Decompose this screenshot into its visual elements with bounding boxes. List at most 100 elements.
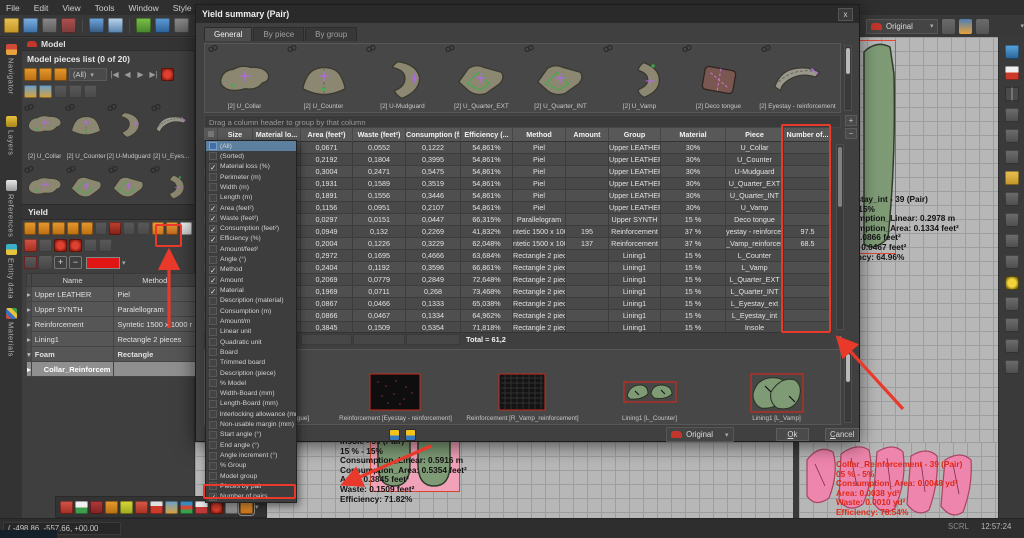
summary-table-row[interactable]: 0,06710,05520,122254,861%PielUpper LEATH…	[204, 142, 832, 154]
model-piece-thumb[interactable]: [2] U_Collar	[24, 100, 65, 162]
camera-icon[interactable]	[1005, 213, 1019, 227]
summary-piece-thumb[interactable]: [2] Eyestay - reinforcement	[758, 44, 837, 112]
add-view-icon[interactable]	[942, 19, 955, 34]
bottom-toolbar-overflow-icon[interactable]: ▾	[255, 503, 259, 511]
summary-table-row[interactable]: 0,02970,01510,044766,315%ParallelogramUp…	[204, 214, 832, 226]
summary-col-cons[interactable]: Consumption (f...	[406, 128, 461, 142]
rotate-yellow-icon[interactable]	[120, 501, 133, 514]
checkbox-icon[interactable]	[209, 462, 217, 470]
group-pieces-alt-icon[interactable]	[39, 85, 52, 98]
shoe-red-icon[interactable]	[60, 501, 73, 514]
model-piece-thumb[interactable]	[108, 162, 150, 204]
summary-col-amount[interactable]: Amount	[566, 128, 609, 142]
pieces-grid-icon[interactable]	[24, 68, 37, 81]
yield-mirror-icon[interactable]	[38, 222, 50, 235]
color-swatch[interactable]	[86, 257, 120, 269]
column-menu-item[interactable]: Length (m)	[206, 193, 296, 203]
undo-icon[interactable]	[155, 18, 170, 33]
checkbox-icon[interactable]: ✓	[209, 225, 217, 233]
model-piece-thumb[interactable]: [2] U-Mudguard	[107, 100, 151, 162]
checkbox-icon[interactable]	[209, 317, 217, 325]
column-menu-item[interactable]: Trimmed board	[206, 358, 296, 368]
column-menu-item[interactable]: Angle increment (°)	[206, 450, 296, 460]
edit-piece-icon[interactable]	[39, 68, 52, 81]
export-model-icon[interactable]	[61, 18, 76, 33]
checkbox-icon[interactable]	[209, 256, 217, 264]
remove-group-icon[interactable]	[39, 256, 52, 269]
calendar-red-icon[interactable]	[1005, 66, 1019, 80]
sidebar-tab-navigator[interactable]: Navigator	[0, 38, 22, 110]
checkbox-icon[interactable]	[209, 307, 217, 315]
sidebar-tab-references[interactable]: References	[0, 174, 22, 238]
arrow-dark-red-icon[interactable]	[90, 501, 103, 514]
nest-result-thumb[interactable]: Reinforcement [R_Vamp_reinforcement]	[459, 350, 586, 424]
image-color-icon[interactable]	[165, 501, 178, 514]
pin-red-icon[interactable]	[54, 239, 67, 252]
checkbox-icon[interactable]	[209, 183, 217, 191]
summary-table-row[interactable]: 0,19310,15890,351954,861%PielUpper LEATH…	[204, 178, 832, 190]
color-swatch-caret-icon[interactable]: ▾	[122, 259, 126, 267]
checkbox-icon[interactable]	[209, 245, 217, 253]
sidebar-tab-materials[interactable]: Materials	[0, 302, 22, 366]
pointer-icon[interactable]	[89, 18, 104, 33]
summary-piece-thumb[interactable]: [2] U_Quarter_INT	[521, 44, 600, 112]
dialog-tab-general[interactable]: General	[204, 27, 252, 41]
checkbox-icon[interactable]	[209, 400, 217, 408]
send-piece-icon[interactable]	[54, 68, 67, 81]
nest-option-icon[interactable]	[389, 429, 400, 441]
pin-blue-icon[interactable]	[69, 239, 82, 252]
checkbox-icon[interactable]	[209, 431, 217, 439]
flag-model-icon[interactable]	[75, 501, 88, 514]
stamp-dark-icon[interactable]	[1005, 234, 1019, 248]
nest-group-icon[interactable]	[67, 222, 79, 235]
table-scroll-down-icon[interactable]: ▾	[838, 334, 842, 342]
column-menu-item[interactable]: ✓Area (feet²)	[206, 203, 296, 213]
nest-option-2-icon[interactable]	[405, 429, 416, 441]
doc-gray3-icon[interactable]	[1005, 150, 1019, 164]
checkbox-icon[interactable]	[209, 194, 217, 202]
bulb-yellow-icon[interactable]	[1005, 276, 1019, 290]
bottom-strip-scrollbar[interactable]	[844, 351, 852, 423]
layers-color-icon[interactable]	[180, 501, 193, 514]
summary-table-row[interactable]: 0,09490,1320,226941,832%ntetic 1500 x 10…	[204, 226, 832, 238]
column-menu-item[interactable]: % Model	[206, 378, 296, 388]
nest-result-thumb[interactable]: Lining1 [L_Vamp]	[713, 350, 840, 424]
summary-piece-thumb[interactable]: [2] U-Mudguard	[363, 44, 442, 112]
folder-yellow-icon[interactable]	[1005, 171, 1019, 185]
column-menu-item[interactable]: Start angle (°)	[206, 430, 296, 440]
delete-nest-icon[interactable]	[109, 222, 121, 235]
checkbox-icon[interactable]: ✓	[209, 163, 217, 171]
rotate-left-icon[interactable]	[123, 222, 135, 235]
doc-gray2-icon[interactable]	[1005, 129, 1019, 143]
pieces-view-icon[interactable]	[959, 19, 972, 34]
checkbox-icon[interactable]: ✓	[209, 235, 217, 243]
column-menu-item[interactable]: Width-Board (mm)	[206, 389, 296, 399]
yield-group-row[interactable]: ▸ReinforcementSyntetic 1500 x 1000 r37 %	[27, 317, 220, 332]
doc-gray-icon[interactable]	[1005, 108, 1019, 122]
summary-piece-thumb[interactable]: [2] Deco tongue	[679, 44, 758, 112]
model-piece-thumb[interactable]	[66, 162, 108, 204]
expand-all-button[interactable]: +	[845, 115, 857, 126]
nest-result-thumb[interactable]: Reinforcement [Eyestay - reinforcement]	[332, 350, 459, 424]
summary-col-material[interactable]: Material	[661, 128, 726, 142]
table-scrollbar[interactable]	[836, 144, 844, 330]
column-menu-item[interactable]: ✓Method	[206, 265, 296, 275]
column-menu-item[interactable]: (Sorted)	[206, 151, 296, 161]
add-group-icon[interactable]	[24, 256, 37, 269]
sidebar-tab-entity-data[interactable]: Entity data	[0, 238, 22, 302]
yield-group-row[interactable]: ▸Upper SYNTHParalellogram15 %	[27, 302, 220, 317]
checkbox-icon[interactable]	[209, 328, 217, 336]
menu-view[interactable]: View	[62, 3, 80, 13]
top-strip-scrollbar[interactable]	[844, 45, 852, 111]
arrow-in-icon[interactable]	[1005, 339, 1019, 353]
checkbox-icon[interactable]	[209, 297, 217, 305]
pieces-strip-top[interactable]: [2] U_Collar[2] U_Counter[2] U-Mudguard[…	[204, 43, 841, 113]
checkbox-icon[interactable]	[209, 441, 217, 449]
checkbox-icon[interactable]	[209, 421, 217, 429]
yield-group-row[interactable]: ▸Lining1Rectangle 2 pieces15 %	[27, 332, 220, 347]
menu-file[interactable]: File	[6, 3, 20, 13]
yield-col-name[interactable]: Name	[31, 274, 114, 287]
yield-group-row[interactable]: ▾FoamRectangle05 %	[27, 347, 220, 362]
checkbox-icon[interactable]	[209, 369, 217, 377]
summary-col-method[interactable]: Method	[513, 128, 566, 142]
